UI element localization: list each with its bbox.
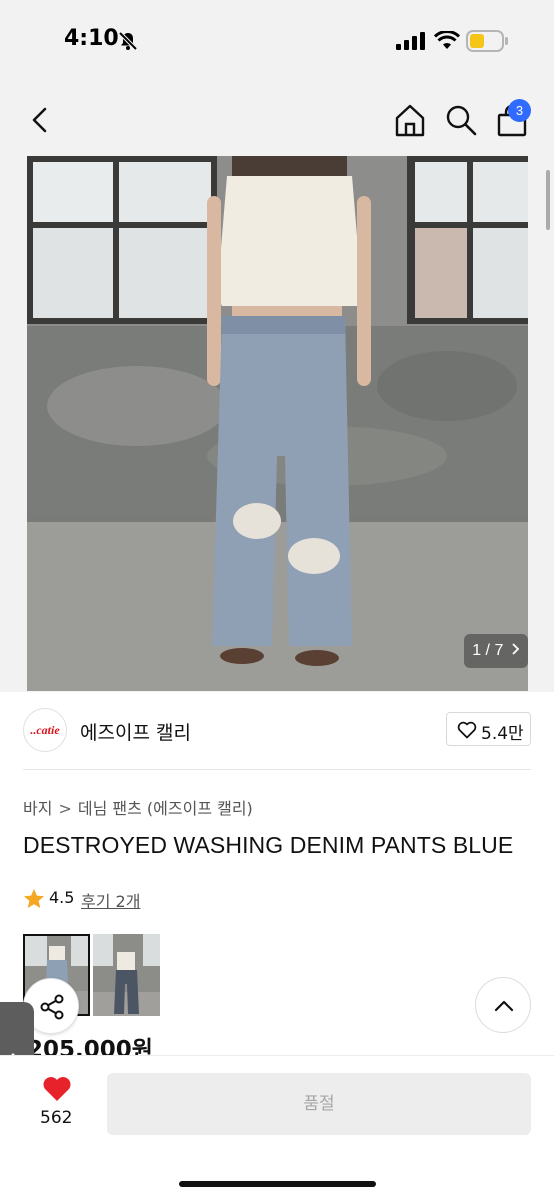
top-navigation [0,84,554,156]
bell-off-icon [118,31,138,51]
brand-like-count: 5.4만 [481,724,524,744]
thumbnail-2[interactable] [93,934,160,1016]
product-photo-illustration [27,156,528,691]
brand-logo[interactable]: ..catie [23,708,67,752]
back-arrow-icon[interactable] [24,104,56,136]
home-indicator [179,1181,376,1187]
breadcrumb-category[interactable]: 바지 [23,799,52,818]
cart-count-badge: 3 [508,99,531,122]
chevron-up-icon [494,1000,514,1012]
search-icon[interactable] [443,102,479,138]
chevron-right-icon [512,643,520,655]
wifi-icon [434,31,460,49]
gallery-scrollbar [546,170,550,230]
rating-value: 4.5 [49,888,75,907]
product-image[interactable] [27,156,528,691]
status-bar: 4:10 [0,0,554,84]
thumbnail-2-image [93,934,160,1016]
heart-filled-icon[interactable] [41,1075,73,1103]
star-icon [24,889,44,908]
brand-like-button[interactable]: 5.4만 [446,712,531,746]
wish-count: 562 [40,1108,73,1128]
status-time: 4:10 [64,26,119,51]
brand-logo-text: ..catie [30,723,60,737]
home-icon[interactable] [392,102,428,138]
signal-icon [396,32,425,50]
heart-outline-icon [457,721,477,739]
divider [23,769,531,770]
battery-icon [466,30,508,52]
product-title: DESTROYED WASHING DENIM PANTS BLUE [23,832,514,858]
breadcrumb: 바지 > 데님 팬츠 (에즈이프 캘리) [23,795,253,819]
share-icon [40,994,64,1020]
chevron-right-icon: > [58,799,72,818]
scroll-to-top-button[interactable] [475,977,531,1033]
breadcrumb-subcategory[interactable]: 데님 팬츠 (에즈이프 캘리) [78,799,253,818]
brand-name[interactable]: 에즈이프 캘리 [80,718,191,745]
image-counter-text: 1 / 7 [472,642,504,659]
review-link[interactable]: 후기 2개 [81,888,140,912]
sold-out-button[interactable]: 품절 [107,1073,531,1135]
image-counter[interactable]: 1 / 7 [464,634,528,668]
